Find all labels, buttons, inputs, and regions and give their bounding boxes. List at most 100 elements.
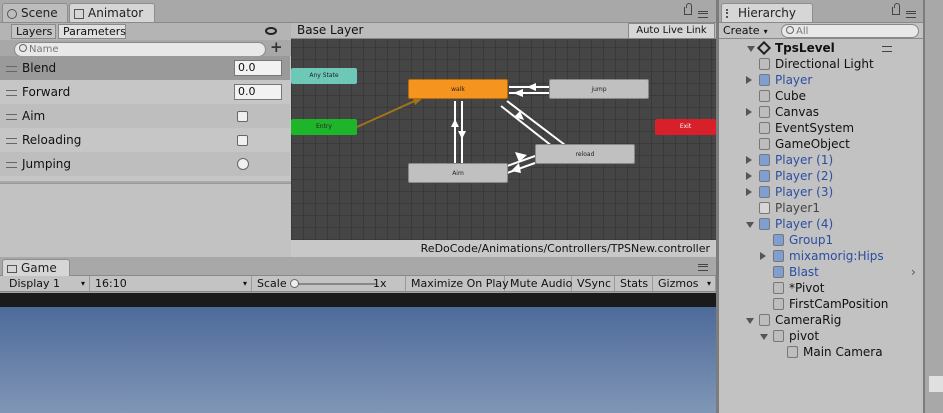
hierarchy-item[interactable]: GameObject: [719, 136, 923, 152]
scene-menu-icon[interactable]: [882, 46, 892, 52]
expand-arrow-icon[interactable]: [760, 252, 766, 260]
gameobject-cube-icon: [759, 202, 770, 214]
aspect-dropdown[interactable]: 16:10 ▾: [90, 276, 252, 291]
panel-menu-icon[interactable]: [906, 11, 916, 18]
reloading-checkbox[interactable]: [237, 135, 248, 146]
hierarchy-item[interactable]: pivot: [719, 328, 923, 344]
state-walk[interactable]: walk: [408, 79, 508, 99]
add-parameter-button[interactable]: +: [270, 38, 283, 56]
forward-value-field[interactable]: 0.0: [234, 84, 282, 100]
lock-icon[interactable]: [892, 3, 900, 15]
parameter-name: Jumping: [22, 157, 72, 171]
transition-arrow-icon: [527, 83, 536, 91]
expand-arrow-icon[interactable]: [746, 172, 752, 180]
hierarchy-item[interactable]: Directional Light: [719, 56, 923, 72]
hierarchy-item[interactable]: Player (4): [719, 216, 923, 232]
hierarchy-item[interactable]: EventSystem: [719, 120, 923, 136]
game-toolbar: Display 1 ▾ 16:10 ▾ Scale 1x Maximize On P…: [0, 276, 716, 292]
parameter-row-jumping[interactable]: Jumping: [0, 152, 290, 176]
transition-lines: [356, 83, 566, 174]
gameobject-cube-icon: [759, 122, 770, 134]
state-reload[interactable]: reload: [535, 144, 635, 164]
hierarchy-item[interactable]: *Pivot: [719, 280, 923, 296]
animator-graph[interactable]: Base Layer Auto Live Link Any State Entr…: [291, 23, 716, 257]
tab-parameters[interactable]: Parameters: [58, 24, 126, 39]
expand-arrow-icon[interactable]: [746, 188, 752, 196]
state-any-state[interactable]: Any State: [291, 68, 357, 84]
tab-scene[interactable]: Scene: [2, 3, 68, 22]
panel-menu-icon[interactable]: [698, 11, 708, 18]
hierarchy-item[interactable]: Main Camera: [719, 344, 923, 360]
hierarchy-item[interactable]: mixamorig:Hips: [719, 248, 923, 264]
drag-handle-icon[interactable]: [6, 90, 17, 96]
tab-animator[interactable]: Animator: [69, 3, 155, 22]
search-icon: [786, 26, 794, 34]
tab-scene-label: Scene: [21, 6, 58, 20]
parameter-name: Blend: [22, 61, 57, 75]
lock-icon[interactable]: [684, 3, 692, 15]
hierarchy-search-input[interactable]: All: [781, 24, 919, 38]
expand-arrow-icon[interactable]: [746, 156, 752, 164]
scrollbar-track[interactable]: [929, 376, 943, 392]
gizmos-dropdown[interactable]: Gizmos ▾: [653, 276, 716, 291]
scale-slider[interactable]: Scale 1x: [252, 276, 406, 291]
hierarchy-item[interactable]: Canvas: [719, 104, 923, 120]
parameter-row-blend[interactable]: Blend 0.0: [0, 56, 290, 80]
collapse-arrow-icon[interactable]: [747, 46, 755, 52]
state-exit[interactable]: Exit: [655, 119, 716, 135]
hierarchy-item[interactable]: FirstCamPosition: [719, 296, 923, 312]
game-viewport[interactable]: [0, 307, 716, 413]
scale-thumb[interactable]: [290, 279, 299, 288]
scene-row[interactable]: TpsLevel: [719, 40, 923, 56]
drag-handle-icon[interactable]: [6, 66, 17, 72]
drag-handle-icon[interactable]: [6, 138, 17, 144]
jumping-trigger-radio[interactable]: [237, 158, 249, 170]
hierarchy-item[interactable]: Player (2): [719, 168, 923, 184]
state-aim[interactable]: Aim: [408, 163, 508, 183]
dropdown-arrow-icon: ▾: [706, 279, 711, 288]
stats-toggle[interactable]: Stats: [615, 276, 653, 291]
hierarchy-item[interactable]: Cube: [719, 88, 923, 104]
game-letterbox: [0, 293, 716, 307]
collapse-arrow-icon[interactable]: [746, 222, 754, 228]
aspect-value: 16:10: [95, 277, 127, 290]
create-dropdown[interactable]: Create ▾: [723, 24, 777, 38]
eye-icon[interactable]: [265, 27, 277, 35]
state-entry[interactable]: Entry: [291, 119, 357, 135]
collapse-arrow-icon[interactable]: [760, 334, 768, 340]
hierarchy-item[interactable]: Blast ›: [719, 264, 923, 280]
vsync-toggle[interactable]: VSync: [572, 276, 615, 291]
hierarchy-item[interactable]: Player: [719, 72, 923, 88]
parameter-row-aim[interactable]: Aim: [0, 104, 290, 128]
entry-to-walk-transition[interactable]: [356, 98, 420, 128]
maximize-on-play-toggle[interactable]: Maximize On Play: [406, 276, 509, 291]
collapse-arrow-icon[interactable]: [746, 318, 754, 324]
hierarchy-item[interactable]: Player1: [719, 200, 923, 216]
state-jump[interactable]: jump: [549, 79, 649, 99]
hierarchy-item-label: *Pivot: [789, 281, 825, 295]
expand-arrow-icon[interactable]: [746, 108, 752, 116]
aim-checkbox[interactable]: [237, 111, 248, 122]
expand-arrow-icon[interactable]: [746, 76, 752, 84]
gameobject-cube-icon: [773, 234, 784, 246]
walk-to-reload-transition[interactable]: [506, 100, 566, 146]
hierarchy-item[interactable]: Player (3): [719, 184, 923, 200]
tab-layers[interactable]: Layers: [11, 24, 56, 39]
hierarchy-item-label: Player1: [775, 201, 820, 215]
tab-game[interactable]: Game: [2, 259, 70, 276]
mute-audio-toggle[interactable]: Mute Audio: [505, 276, 572, 291]
chevron-right-icon[interactable]: ›: [911, 264, 916, 280]
parameter-row-reloading[interactable]: Reloading: [0, 128, 290, 152]
tab-hierarchy[interactable]: Hierarchy: [721, 3, 813, 22]
parameter-search-input[interactable]: Name: [14, 42, 266, 57]
hierarchy-item-label: Player (2): [775, 169, 834, 183]
hierarchy-item[interactable]: Group1: [719, 232, 923, 248]
game-menu-icon[interactable]: [698, 264, 708, 271]
drag-handle-icon[interactable]: [6, 162, 17, 168]
parameter-row-forward[interactable]: Forward 0.0: [0, 80, 290, 104]
hierarchy-item[interactable]: Player (1): [719, 152, 923, 168]
display-dropdown[interactable]: Display 1 ▾: [4, 276, 90, 291]
hierarchy-item[interactable]: CameraRig: [719, 312, 923, 328]
drag-handle-icon[interactable]: [6, 114, 17, 120]
blend-value-field[interactable]: 0.0: [234, 60, 282, 76]
